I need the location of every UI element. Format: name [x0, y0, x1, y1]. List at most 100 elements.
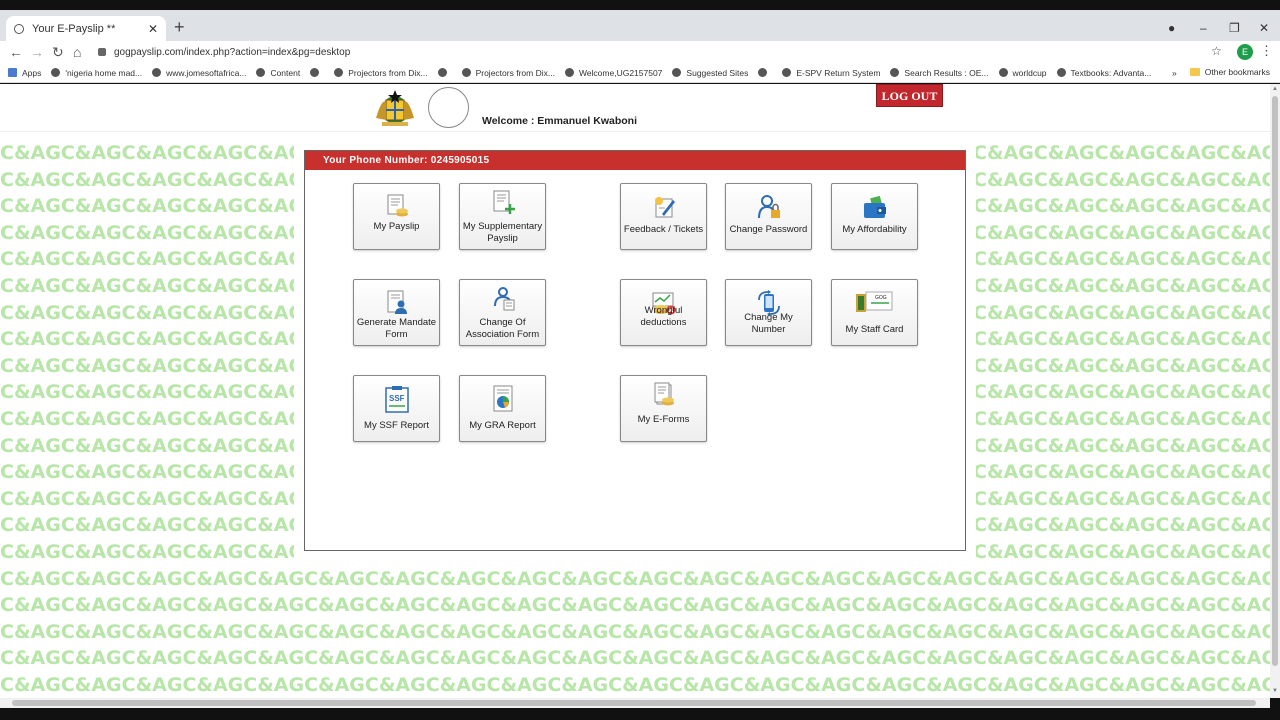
- back-button[interactable]: ←: [9, 43, 23, 61]
- top-frame: [0, 0, 1280, 10]
- bookmark-label: Suggested Sites: [686, 67, 749, 78]
- tile-label: My Payslip: [373, 221, 420, 232]
- bookmark-item[interactable]: [758, 68, 772, 77]
- scroll-down-arrow-icon[interactable]: ▼: [1272, 688, 1278, 694]
- address-bar[interactable]: gogpayslip.com/index.php?action=index&pg…: [98, 43, 1228, 61]
- tile-label: Change Password: [729, 224, 808, 235]
- other-bookmarks-label: Other bookmarks: [1204, 67, 1270, 77]
- bookmark-favicon-icon: [672, 68, 682, 77]
- scroll-up-arrow-icon[interactable]: ▲: [1272, 86, 1278, 92]
- generate-mandate-form-button[interactable]: Generate Mandate Form: [353, 279, 440, 346]
- minimize-button[interactable]: –: [1200, 21, 1207, 35]
- bookmark-item[interactable]: Textbooks: Advanta...: [1056, 67, 1152, 78]
- my-ssf-report-button[interactable]: SSF My SSF Report: [353, 375, 440, 442]
- more-bookmarks-chevron-icon[interactable]: »: [1172, 68, 1177, 78]
- change-of-association-form-button[interactable]: Change Of Association Form: [459, 279, 546, 346]
- vertical-scroll-thumb[interactable]: [1272, 96, 1278, 666]
- bookmark-item[interactable]: 'nigeria home mad...: [51, 68, 142, 78]
- tile-label: Change Of Association Form: [465, 317, 540, 340]
- my-affordability-button[interactable]: My Affordability: [831, 183, 918, 250]
- tile-label: Generate Mandate Form: [356, 317, 437, 340]
- bookmark-star-icon[interactable]: ☆: [1211, 44, 1222, 58]
- tile-label: My Supplementary Payslip: [462, 221, 543, 244]
- media-control-icon[interactable]: ●: [1168, 21, 1175, 35]
- my-payslip-button[interactable]: My Payslip: [353, 183, 440, 250]
- bookmark-favicon-icon: [998, 68, 1008, 77]
- browser-toolbar: ← → ↻ ⌂ gogpayslip.com/index.php?action=…: [0, 41, 1280, 63]
- page-header: Welcome : Emmanuel Kwaboni LOG OUT: [0, 84, 1270, 132]
- bookmark-favicon-icon: [310, 68, 320, 77]
- change-password-button[interactable]: Change Password: [725, 183, 812, 250]
- my-supplementary-payslip-button[interactable]: My Supplementary Payslip: [459, 183, 546, 250]
- bookmark-label: Search Results : OE...: [904, 67, 989, 78]
- pattern-row: C&AGC&AGC&AGC&AGC&AGC&AGC&AGC&AGC&AGC&AG…: [0, 567, 1270, 590]
- bookmark-label: worldcup: [1012, 67, 1047, 78]
- bookmark-label: www.jomesoftafrica...: [166, 67, 247, 78]
- bookmark-item[interactable]: Welcome,UG2157507: [564, 67, 663, 78]
- my-e-forms-button[interactable]: My E-Forms: [620, 375, 707, 442]
- reload-button[interactable]: ↻: [52, 43, 64, 61]
- bookmark-favicon-icon: [51, 68, 61, 77]
- close-window-button[interactable]: ✕: [1259, 21, 1269, 35]
- bookmark-item[interactable]: Suggested Sites: [672, 68, 748, 78]
- bookmark-label: Textbooks: Advanta...: [1070, 67, 1152, 78]
- bookmark-favicon-icon: [890, 68, 900, 77]
- tile-label: Feedback / Tickets: [623, 224, 704, 235]
- bookmark-item[interactable]: [437, 68, 452, 77]
- tab-strip: Your E-Payslip ** ✕ + ● – ❐ ✕: [0, 10, 1280, 41]
- other-bookmarks[interactable]: Other bookmarks: [1189, 67, 1270, 77]
- profile-avatar[interactable]: E: [1237, 44, 1253, 60]
- restore-button[interactable]: ❐: [1229, 21, 1240, 35]
- bookmark-item[interactable]: worldcup: [998, 67, 1047, 78]
- bookmark-item[interactable]: E-SPV Return System: [782, 68, 880, 78]
- my-gra-report-button[interactable]: My GRA Report: [459, 375, 546, 442]
- bookmark-favicon-icon: [758, 68, 768, 77]
- logout-button[interactable]: LOG OUT: [876, 84, 943, 107]
- tile-label: My SSF Report: [364, 420, 429, 431]
- bookmark-item[interactable]: Content: [256, 68, 300, 78]
- change-my-number-button[interactable]: Change My Number: [725, 279, 812, 346]
- bookmark-favicon-icon: [256, 68, 266, 77]
- vertical-scrollbar[interactable]: ▲ ▼: [1270, 84, 1280, 698]
- bookmark-favicon-icon: [782, 68, 792, 77]
- menu-kebab-icon[interactable]: ⋮: [1260, 43, 1273, 59]
- bookmark-favicon-icon: [1056, 68, 1066, 77]
- bookmark-item[interactable]: [310, 68, 324, 77]
- wrongful-deductions-button[interactable]: Wrongful deductions: [620, 279, 707, 346]
- bookmark-item[interactable]: Apps: [8, 68, 41, 78]
- bookmark-label: 'nigeria home mad...: [65, 67, 143, 78]
- bookmark-label: E-SPV Return System: [796, 67, 881, 78]
- horizontal-scrollbar[interactable]: [0, 698, 1270, 708]
- feedback-tickets-button[interactable]: Feedback / Tickets: [620, 183, 707, 250]
- bottom-frame: [0, 708, 1280, 720]
- url-text: gogpayslip.com/index.php?action=index&pg…: [114, 46, 351, 58]
- apps-grid-icon: [8, 68, 17, 77]
- page-viewport: C&AGC&AGC&AGC&AGC&AGC&AGC&AGC&AGC&AGC&AG…: [0, 84, 1270, 698]
- bookmark-label: Apps: [22, 67, 42, 78]
- phone-number-header: Your Phone Number: 0245905015: [305, 151, 965, 170]
- bookmark-item[interactable]: Projectors from Dix...: [461, 68, 555, 78]
- bookmark-label: Welcome,UG2157507: [578, 67, 663, 78]
- lock-icon: [98, 48, 106, 56]
- bookmark-item[interactable]: Projectors from Dix...: [334, 68, 428, 78]
- new-tab-button[interactable]: +: [174, 18, 185, 36]
- home-button[interactable]: ⌂: [73, 43, 81, 61]
- my-staff-card-button[interactable]: GOG My Staff Card: [831, 279, 918, 346]
- dashboard-panel: Your Phone Number: 0245905015 My Payslip…: [304, 150, 966, 551]
- bookmark-item[interactable]: www.jomesoftafrica...: [152, 68, 246, 78]
- bookmark-label: Content: [270, 67, 301, 78]
- tile-label: My E-Forms: [637, 414, 690, 425]
- user-avatar: [428, 87, 469, 128]
- browser-tab[interactable]: Your E-Payslip ** ✕: [6, 16, 166, 41]
- bookmark-item[interactable]: Search Results : OE...: [890, 67, 989, 78]
- folder-icon: [1189, 68, 1200, 76]
- pattern-row: C&AGC&AGC&AGC&AGC&AGC&AGC&AGC&AGC&AGC&AG…: [0, 647, 1270, 670]
- tile-label: Wrongful deductions: [640, 305, 687, 328]
- horizontal-scroll-thumb[interactable]: [12, 700, 1256, 706]
- tab-close-icon[interactable]: ✕: [148, 22, 158, 36]
- bookmark-favicon-icon: [437, 68, 447, 77]
- tab-title: Your E-Payslip **: [32, 22, 116, 35]
- forward-button[interactable]: →: [30, 43, 44, 61]
- tile-label: Change My Number: [744, 312, 793, 335]
- bookmarks-bar: Apps 'nigeria home mad... www.jomesoftafri…: [0, 63, 1280, 83]
